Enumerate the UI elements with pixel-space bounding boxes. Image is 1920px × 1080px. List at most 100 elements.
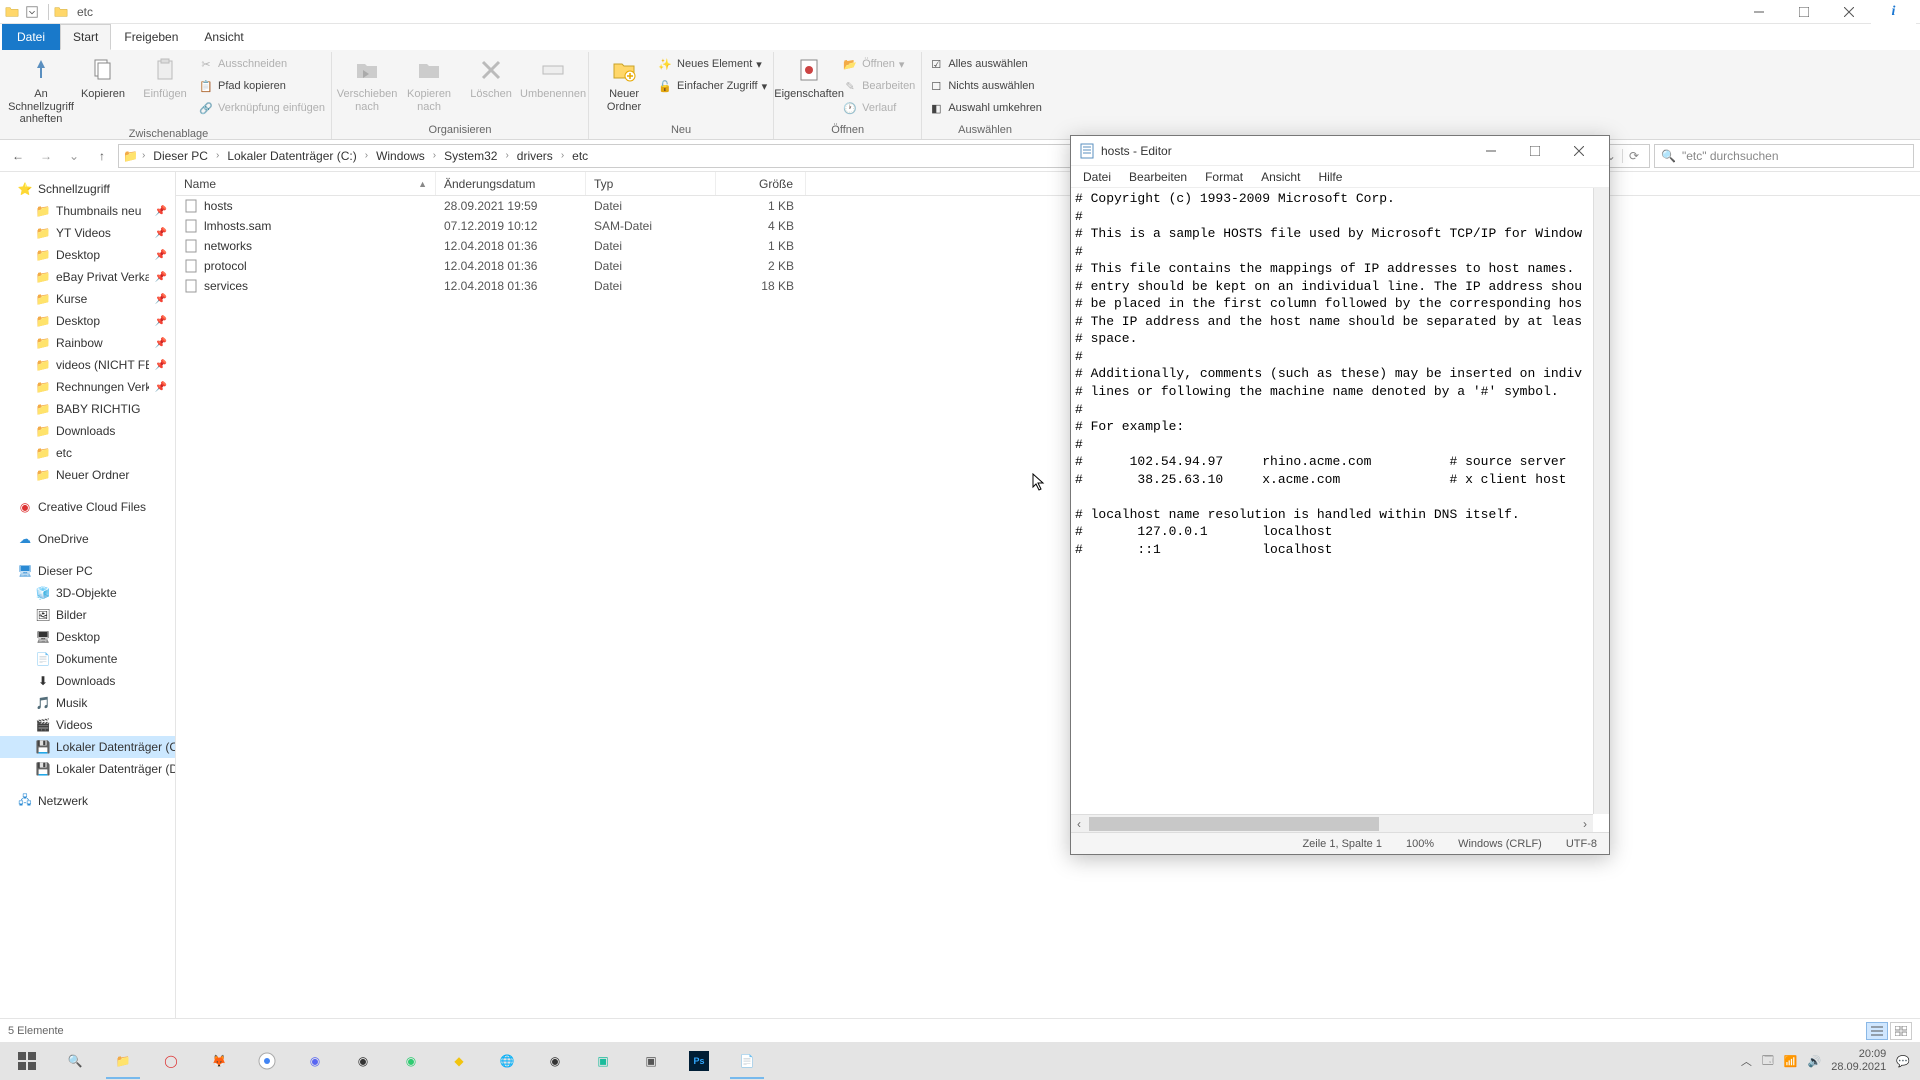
app-chrome[interactable] bbox=[244, 1043, 290, 1079]
app-opera[interactable]: ◯ bbox=[148, 1043, 194, 1079]
minimize-button[interactable] bbox=[1736, 0, 1781, 24]
np-menu-edit[interactable]: Bearbeiten bbox=[1121, 166, 1195, 187]
newfolder-button[interactable]: Neuer Ordner bbox=[595, 52, 653, 113]
pastelink-button[interactable]: 🔗Verknüpfung einfügen bbox=[198, 98, 325, 118]
tray-battery-icon[interactable]: 🗔 bbox=[1762, 1052, 1774, 1071]
invert-button[interactable]: ◧Auswahl umkehren bbox=[928, 98, 1042, 118]
table-row[interactable]: networks12.04.2018 01:36Datei1 KB bbox=[176, 236, 1920, 256]
sidebar-thispc[interactable]: 🖥Dieser PC bbox=[0, 560, 175, 582]
notepad-hscroll[interactable]: ‹› bbox=[1071, 814, 1593, 832]
sidebar-network[interactable]: 🖧Netzwerk bbox=[0, 790, 175, 812]
app-teal[interactable]: ▣ bbox=[580, 1043, 626, 1079]
back-button[interactable]: ← bbox=[6, 144, 30, 168]
notepad-vscroll[interactable] bbox=[1593, 188, 1609, 814]
tab-file[interactable]: Datei bbox=[2, 24, 60, 50]
app-globe[interactable]: 🌐 bbox=[484, 1043, 530, 1079]
app-photoshop[interactable]: Ps bbox=[676, 1043, 722, 1079]
table-row[interactable]: hosts28.09.2021 19:59Datei1 KB bbox=[176, 196, 1920, 216]
sidebar-item[interactable]: 📁Kurse📌 bbox=[0, 288, 175, 310]
sidebar-item[interactable]: 🖼Bilder bbox=[0, 604, 175, 626]
sidebar-item[interactable]: 📁Neuer Ordner bbox=[0, 464, 175, 486]
sidebar-item[interactable]: 💾Lokaler Datenträger (C bbox=[0, 736, 175, 758]
table-row[interactable]: protocol12.04.2018 01:36Datei2 KB bbox=[176, 256, 1920, 276]
tab-start[interactable]: Start bbox=[60, 24, 111, 50]
tab-view[interactable]: Ansicht bbox=[191, 24, 256, 50]
copyto-button[interactable]: Kopieren nach bbox=[400, 52, 458, 113]
moveto-button[interactable]: Verschieben nach bbox=[338, 52, 396, 113]
start-button[interactable] bbox=[4, 1043, 50, 1079]
refresh-button[interactable]: ⟳ bbox=[1622, 149, 1645, 163]
sidebar-item[interactable]: 🖥Desktop bbox=[0, 626, 175, 648]
sidebar-item[interactable]: 📁Rechnungen Verkau📌 bbox=[0, 376, 175, 398]
notepad-minimize[interactable] bbox=[1469, 136, 1513, 166]
np-menu-file[interactable]: Datei bbox=[1075, 166, 1119, 187]
sidebar-item[interactable]: 📁Thumbnails neu📌 bbox=[0, 200, 175, 222]
tray-network-icon[interactable]: 📶 bbox=[1784, 1055, 1798, 1068]
sidebar-item[interactable]: 💾Lokaler Datenträger (D bbox=[0, 758, 175, 780]
sidebar-item[interactable]: 📁YT Videos📌 bbox=[0, 222, 175, 244]
col-date[interactable]: Änderungsdatum bbox=[436, 172, 586, 195]
sidebar-onedrive[interactable]: ☁OneDrive bbox=[0, 528, 175, 550]
col-name[interactable]: Name▲ bbox=[176, 172, 436, 195]
col-type[interactable]: Typ bbox=[586, 172, 716, 195]
app-green[interactable]: ◉ bbox=[388, 1043, 434, 1079]
sidebar-item[interactable]: 🧊3D-Objekte bbox=[0, 582, 175, 604]
table-row[interactable]: lmhosts.sam07.12.2019 10:12SAM-Datei4 KB bbox=[176, 216, 1920, 236]
app-firefox[interactable]: 🦊 bbox=[196, 1043, 242, 1079]
sidebar-quickaccess[interactable]: ⭐Schnellzugriff bbox=[0, 178, 175, 200]
maximize-button[interactable] bbox=[1781, 0, 1826, 24]
sidebar-item[interactable]: 📁Desktop📌 bbox=[0, 310, 175, 332]
tray-chevron-icon[interactable]: ︿ bbox=[1741, 1053, 1752, 1069]
open-button[interactable]: 📂Öffnen ▾ bbox=[842, 54, 915, 74]
rename-button[interactable]: Umbenennen bbox=[524, 52, 582, 101]
tab-share[interactable]: Freigeben bbox=[111, 24, 191, 50]
table-row[interactable]: services12.04.2018 01:36Datei18 KB bbox=[176, 276, 1920, 296]
col-size[interactable]: Größe bbox=[716, 172, 806, 195]
paste-button[interactable]: Einfügen bbox=[136, 52, 194, 101]
sidebar-item[interactable]: 📁Downloads bbox=[0, 420, 175, 442]
cut-button[interactable]: ✂Ausschneiden bbox=[198, 54, 325, 74]
tray-volume-icon[interactable]: 🔊 bbox=[1808, 1055, 1822, 1068]
up-button[interactable]: ↑ bbox=[90, 144, 114, 168]
sidebar-item[interactable]: ⬇Downloads bbox=[0, 670, 175, 692]
recent-button[interactable]: ⌄ bbox=[62, 144, 86, 168]
app-yellow[interactable]: ◆ bbox=[436, 1043, 482, 1079]
search-input[interactable]: 🔍 "etc" durchsuchen bbox=[1654, 144, 1914, 168]
app-discord[interactable]: ◉ bbox=[292, 1043, 338, 1079]
sidebar-item[interactable]: 📁videos (NICHT FERT📌 bbox=[0, 354, 175, 376]
sidebar-item[interactable]: 🎵Musik bbox=[0, 692, 175, 714]
sidebar-item[interactable]: 📁eBay Privat Verkauf📌 bbox=[0, 266, 175, 288]
sidebar-item[interactable]: 📁BABY RICHTIG bbox=[0, 398, 175, 420]
copy-button[interactable]: Kopieren bbox=[74, 52, 132, 101]
selectall-button[interactable]: ☑Alles auswählen bbox=[928, 54, 1042, 74]
view-icons-button[interactable] bbox=[1890, 1022, 1912, 1040]
sidebar-item[interactable]: 📁etc bbox=[0, 442, 175, 464]
np-menu-format[interactable]: Format bbox=[1197, 166, 1251, 187]
tray-clock[interactable]: 20:09 28.09.2021 bbox=[1831, 1048, 1886, 1074]
app-notepad[interactable]: 📄 bbox=[724, 1043, 770, 1079]
help-button[interactable]: i bbox=[1871, 0, 1916, 24]
sidebar-item[interactable]: 🎬Videos bbox=[0, 714, 175, 736]
delete-button[interactable]: Löschen bbox=[462, 52, 520, 101]
sidebar-ccf[interactable]: ◉Creative Cloud Files bbox=[0, 496, 175, 518]
pin-quickaccess-button[interactable]: An Schnellzugriff anheften bbox=[12, 52, 70, 126]
history-button[interactable]: 🕐Verlauf bbox=[842, 98, 915, 118]
sidebar-item[interactable]: 📄Dokumente bbox=[0, 648, 175, 670]
tray-notifications-icon[interactable]: 💬 bbox=[1896, 1055, 1910, 1068]
app-steam[interactable]: ◉ bbox=[340, 1043, 386, 1079]
app-obs[interactable]: ◉ bbox=[532, 1043, 578, 1079]
sidebar-item[interactable]: 📁Rainbow📌 bbox=[0, 332, 175, 354]
selectnone-button[interactable]: ☐Nichts auswählen bbox=[928, 76, 1042, 96]
explorer-taskbar[interactable]: 📁 bbox=[100, 1043, 146, 1079]
forward-button[interactable]: → bbox=[34, 144, 58, 168]
np-menu-help[interactable]: Hilfe bbox=[1310, 166, 1350, 187]
copypath-button[interactable]: 📋Pfad kopieren bbox=[198, 76, 325, 96]
view-details-button[interactable] bbox=[1866, 1022, 1888, 1040]
easyaccess-button[interactable]: 🔓Einfacher Zugriff ▾ bbox=[657, 76, 767, 96]
notepad-maximize[interactable] bbox=[1513, 136, 1557, 166]
np-menu-view[interactable]: Ansicht bbox=[1253, 166, 1308, 187]
notepad-close[interactable] bbox=[1557, 136, 1601, 166]
properties-button[interactable]: Eigenschaften bbox=[780, 52, 838, 101]
edit-button[interactable]: ✎Bearbeiten bbox=[842, 76, 915, 96]
sidebar-item[interactable]: 📁Desktop📌 bbox=[0, 244, 175, 266]
